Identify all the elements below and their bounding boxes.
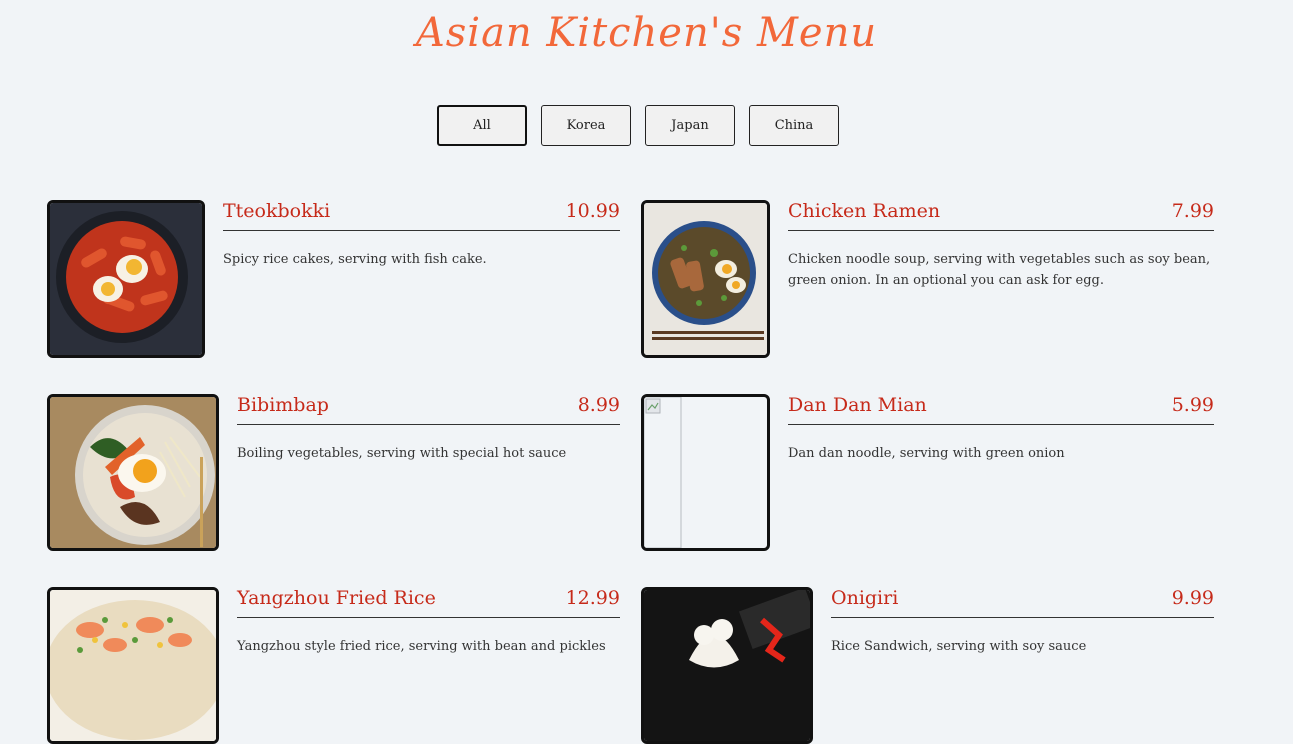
filter-korea-button[interactable]: Korea xyxy=(541,105,631,146)
onigiri-photo xyxy=(641,587,813,744)
item-description: Chicken noodle soup, serving with vegeta… xyxy=(788,252,1211,288)
page-title: Asian Kitchen's Menu xyxy=(415,10,878,56)
item-description: Dan dan noodle, serving with green onion xyxy=(788,446,1065,461)
broken-image-icon xyxy=(644,397,682,548)
bibimbap-photo xyxy=(47,394,219,551)
item-description: Rice Sandwich, serving with soy sauce xyxy=(831,639,1087,654)
item-name: Tteokbokki xyxy=(223,200,331,222)
filter-all-button[interactable]: All xyxy=(437,105,527,146)
tteokbokki-photo xyxy=(47,200,205,358)
item-name: Dan Dan Mian xyxy=(788,394,927,416)
item-name: Chicken Ramen xyxy=(788,200,941,222)
category-filters: All Korea Japan China xyxy=(437,105,839,146)
item-price: 8.99 xyxy=(577,394,620,416)
item-name: Bibimbap xyxy=(237,394,329,416)
item-price: 10.99 xyxy=(565,200,620,222)
item-name: Yangzhou Fried Rice xyxy=(237,587,436,609)
item-name: Onigiri xyxy=(831,587,899,609)
filter-japan-button[interactable]: Japan xyxy=(645,105,735,146)
item-price: 12.99 xyxy=(565,587,620,609)
item-description: Boiling vegetables, serving with special… xyxy=(237,446,567,461)
item-price: 5.99 xyxy=(1171,394,1214,416)
item-price: 9.99 xyxy=(1171,587,1214,609)
chicken-ramen-photo xyxy=(641,200,770,358)
dan-dan-mian-photo xyxy=(641,394,770,551)
filter-china-button[interactable]: China xyxy=(749,105,839,146)
item-description: Spicy rice cakes, serving with fish cake… xyxy=(223,252,487,267)
yangzhou-fried-rice-photo xyxy=(47,587,219,744)
item-price: 7.99 xyxy=(1171,200,1214,222)
item-description: Yangzhou style fried rice, serving with … xyxy=(237,639,606,654)
